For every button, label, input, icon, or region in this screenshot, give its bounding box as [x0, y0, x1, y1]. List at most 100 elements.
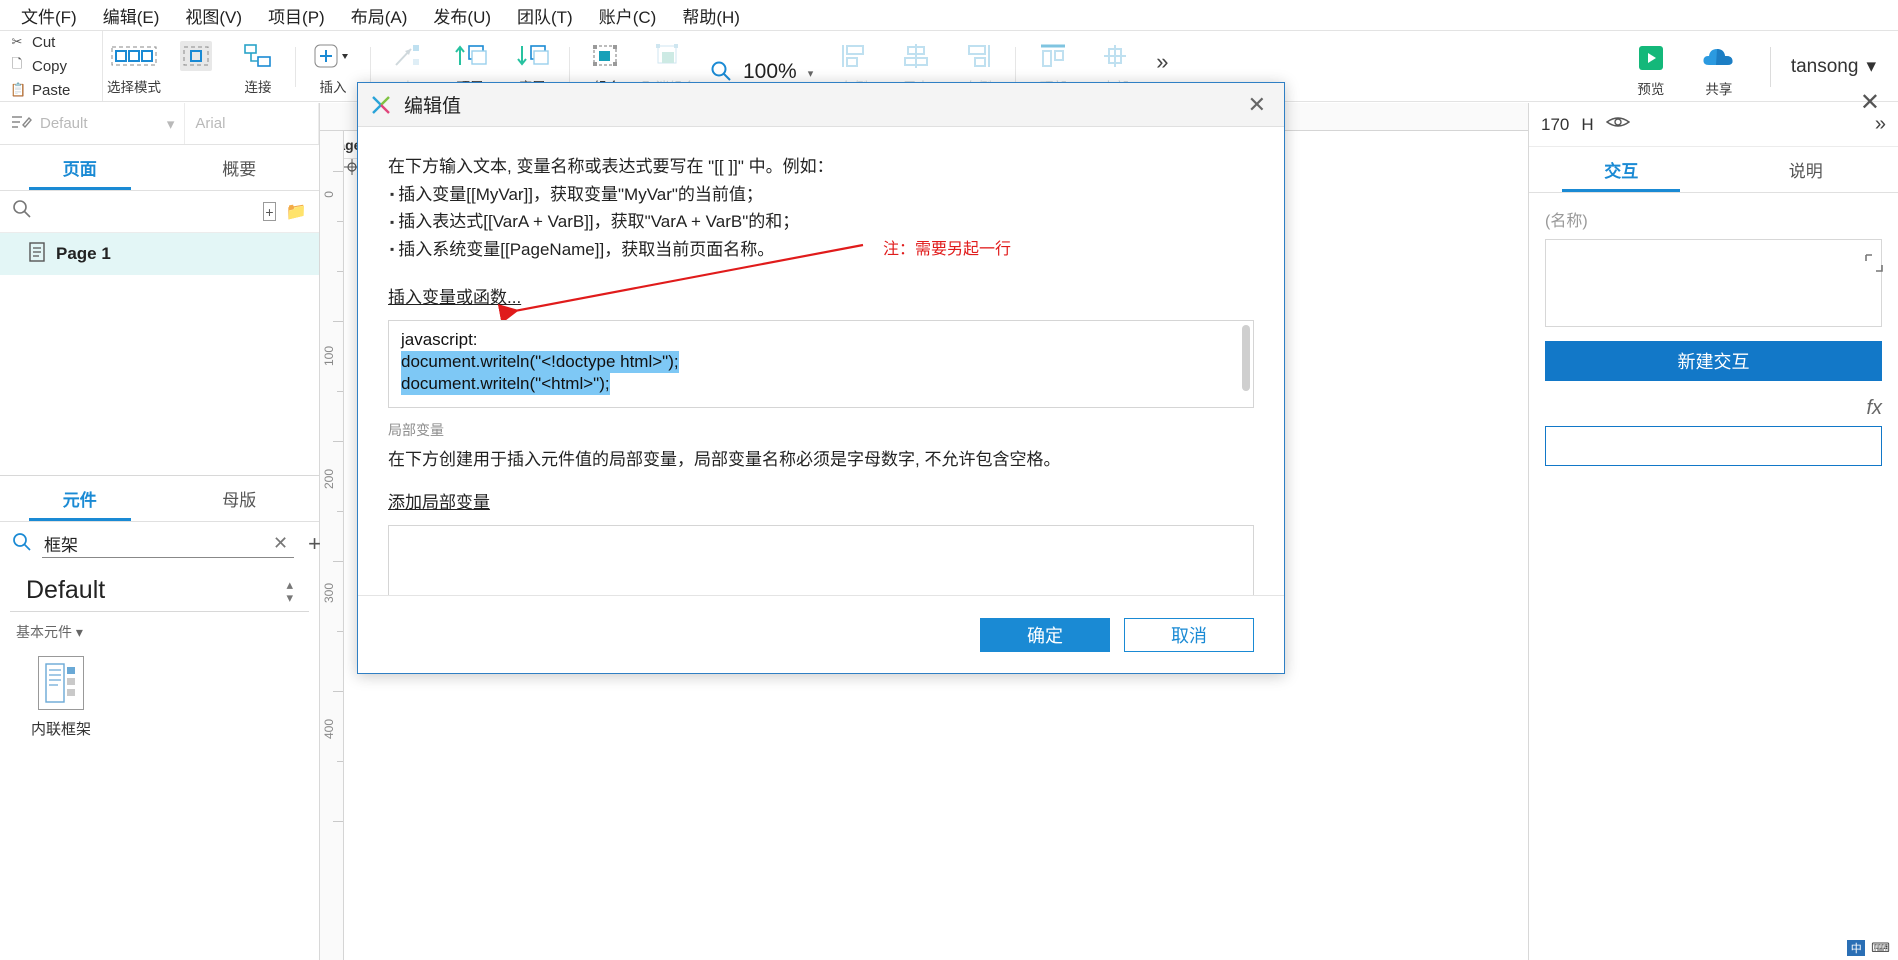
group-icon: [591, 41, 623, 71]
menu-item-layout[interactable]: 布局(A): [338, 1, 421, 30]
menu-item-file[interactable]: 文件(F): [8, 1, 90, 30]
tab-masters[interactable]: 母版: [160, 476, 320, 521]
menu-item-account[interactable]: 账户(C): [586, 1, 670, 30]
clipboard-icon: 📋: [10, 82, 27, 97]
local-variable-description: 在下方创建用于插入元件值的局部变量，局部变量名称必须是字母数字, 不允许包含空格…: [388, 450, 1061, 470]
dialog-intro-text: 在下方输入文本, 变量名称或表达式要写在 "[[ ]]" 中。例如：: [388, 157, 834, 176]
cancel-button[interactable]: 取消: [1124, 617, 1254, 652]
chevron-down-icon[interactable]: ▾: [167, 115, 175, 133]
menu-item-help[interactable]: 帮助(H): [669, 1, 753, 30]
code-line-3: document.writeln("<html>");: [401, 373, 610, 396]
chevron-down-icon[interactable]: ▾: [808, 67, 814, 80]
inline-frame-icon: [38, 656, 84, 710]
fx-row: fx: [1529, 381, 1898, 420]
bullet-1-text: 插入变量[[MyVar]]，获取变量"MyVar"的当前值；: [398, 184, 763, 204]
ruler-label-100: 100: [322, 346, 336, 367]
search-icon: [12, 199, 32, 224]
dialog-footer: 确定 取消: [358, 595, 1284, 673]
window-close-button[interactable]: ✕: [1860, 88, 1880, 117]
ruler-label-300: 300: [322, 583, 336, 604]
library-name: Default: [26, 576, 106, 604]
folder-icon[interactable]: 📁: [286, 202, 307, 222]
widget-item-inline-frame[interactable]: 内联框架: [6, 656, 116, 739]
widget-item-label: 内联框架: [30, 721, 91, 738]
inspector-tabs: 交互 说明: [1529, 147, 1898, 193]
menu-bar: 文件(F) 编辑(E) 视图(V) 项目(P) 布局(A) 发布(U) 团队(T…: [0, 0, 1898, 30]
bullet-3-text: 插入系统变量[[PageName]]，获取当前页面名称。: [398, 239, 775, 259]
widget-search-row: ✕ + ❐ ⋮: [0, 522, 392, 566]
right-inspector-panel: 170 H » 交互 说明 (名称) 新建交互 fx: [1528, 103, 1898, 960]
ime-icon: 中: [1847, 940, 1866, 956]
add-page-icon[interactable]: +: [263, 202, 276, 221]
ruler-label-400: 400: [322, 719, 336, 740]
inspector-size-row: 170 H »: [1529, 103, 1898, 147]
inspector-value-box[interactable]: [1545, 426, 1882, 466]
dialog-bullet-3: ▪ 插入系统变量[[PageName]]，获取当前页面名称。: [388, 236, 1254, 264]
code-line-2-wrap: document.writeln("<!doctype html>");: [401, 351, 1241, 374]
menu-item-project[interactable]: 项目(P): [255, 1, 338, 30]
copy-label: Copy: [32, 57, 68, 75]
menu-item-view[interactable]: 视图(V): [172, 1, 255, 30]
cut-button[interactable]: ✂ Cut: [10, 31, 102, 53]
element-name-field[interactable]: (名称): [1529, 193, 1898, 231]
cut-label: Cut: [32, 33, 56, 51]
close-icon[interactable]: ✕: [1242, 92, 1272, 118]
code-scrollbar-thumb[interactable]: [1242, 325, 1250, 392]
tab-interactions[interactable]: 交互: [1529, 147, 1714, 192]
single-select-button[interactable]: .: [165, 37, 227, 91]
page-search-row: + 📁: [0, 191, 319, 233]
menu-item-team[interactable]: 团队(T): [504, 1, 586, 30]
copy-button[interactable]: 🗋 Copy: [10, 55, 102, 77]
clear-search-icon[interactable]: ✕: [267, 533, 294, 554]
insert-button[interactable]: 插入: [302, 37, 364, 96]
dialog-header: 编辑值 ✕: [358, 83, 1284, 127]
chevron-updown-icon[interactable]: ▴ ▾: [286, 578, 293, 604]
tab-widgets[interactable]: 元件: [0, 476, 160, 521]
insert-variable-link[interactable]: 插入变量或函数...: [388, 283, 521, 308]
inspector-preview-box[interactable]: [1545, 239, 1882, 327]
connect-button[interactable]: 连接: [227, 37, 289, 96]
user-menu[interactable]: tansong ▾: [1791, 55, 1882, 78]
fit-icon[interactable]: [1864, 253, 1884, 278]
toolbar-divider: [295, 47, 296, 87]
code-textarea[interactable]: javascript: document.writeln("<!doctype …: [388, 320, 1254, 409]
dialog-bullet-1: ▪ 插入变量[[MyVar]]，获取变量"MyVar"的当前值；: [388, 181, 1254, 209]
preview-button[interactable]: 预览: [1620, 39, 1682, 98]
size-value[interactable]: 170: [1541, 115, 1569, 135]
style-selector[interactable]: Default ▾: [0, 103, 186, 144]
share-button[interactable]: 共享: [1688, 39, 1750, 98]
menu-item-edit[interactable]: 编辑(E): [90, 1, 173, 30]
page-list-item-page1[interactable]: Page 1: [0, 233, 319, 275]
paste-button[interactable]: 📋 Paste: [10, 79, 102, 101]
ok-button[interactable]: 确定: [980, 617, 1110, 652]
library-category-label[interactable]: 基本元件 ▾: [0, 612, 319, 646]
eye-icon[interactable]: [1605, 114, 1630, 135]
ime-indicator[interactable]: 中 ⌨: [1847, 940, 1890, 956]
widget-library-panel: 元件 母版 ✕ + ❐ ⋮ Default: [0, 475, 392, 960]
new-interaction-button[interactable]: 新建交互: [1545, 341, 1882, 381]
widget-search-input[interactable]: [42, 532, 267, 555]
font-selector[interactable]: Arial: [185, 103, 319, 144]
insert-icon: [313, 41, 353, 71]
size-unit-label: H: [1581, 114, 1594, 134]
tab-pages[interactable]: 页面: [0, 145, 160, 190]
dialog-title: 编辑值: [404, 96, 462, 117]
preview-label: 预览: [1637, 82, 1665, 97]
page-search-input[interactable]: [42, 201, 253, 222]
add-local-variable-link[interactable]: 添加局部变量: [388, 488, 490, 513]
insert-label: 插入: [319, 80, 347, 95]
library-name-row[interactable]: Default ▴ ▾: [10, 566, 309, 612]
preview-icon: [1636, 43, 1666, 73]
ruler-label-0: 0: [322, 191, 336, 198]
application-window: 文件(F) 编辑(E) 视图(V) 项目(P) 布局(A) 发布(U) 团队(T…: [0, 0, 1898, 960]
select-mode-button[interactable]: 选择模式: [103, 37, 165, 96]
ungroup-icon: [653, 41, 685, 71]
tab-outline[interactable]: 概要: [160, 145, 320, 190]
menu-item-publish[interactable]: 发布(U): [420, 1, 504, 30]
toolbar-right-divider: [1769, 47, 1771, 87]
fx-label[interactable]: fx: [1866, 397, 1882, 420]
bullet-2-text: 插入表达式[[VarA + VarB]]，获取"VarA + VarB"的和；: [398, 212, 800, 232]
tab-notes[interactable]: 说明: [1714, 147, 1898, 192]
local-variable-list-box[interactable]: [388, 524, 1254, 595]
bullet-icon: ▪: [390, 214, 395, 229]
